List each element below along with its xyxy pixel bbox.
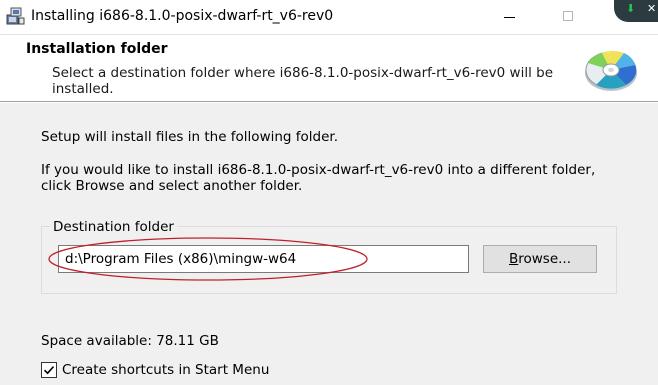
- intro-text: Setup will install files in the followin…: [41, 129, 339, 145]
- create-shortcuts-label[interactable]: Create shortcuts in Start Menu: [62, 362, 269, 378]
- checkmark-icon: [43, 366, 55, 375]
- space-available-text: Space available: 78.11 GB: [41, 333, 219, 349]
- close-icon[interactable]: ✕: [647, 3, 656, 15]
- browse-label: rowse...: [518, 251, 572, 267]
- header-panel: Installation folder Select a destination…: [0, 35, 658, 101]
- page-title: Installation folder: [26, 41, 168, 57]
- download-arrow-icon: ⬇: [626, 2, 636, 15]
- destination-group-label: Destination folder: [50, 219, 177, 235]
- title-bar: Installing i686-8.1.0-posix-dwarf-rt_v6-…: [0, 0, 658, 34]
- destination-path-input[interactable]: [58, 245, 469, 273]
- page-description: Select a destination folder where i686-8…: [52, 65, 554, 97]
- create-shortcuts-checkbox[interactable]: [41, 362, 57, 378]
- browse-button[interactable]: Browse...: [483, 245, 597, 273]
- instructions-text: If you would like to install i686-8.1.0-…: [41, 162, 596, 194]
- installer-icon: [6, 7, 25, 25]
- browse-mnemonic: B: [508, 251, 519, 267]
- tray-badge[interactable]: ⬇ ✕: [614, 0, 658, 22]
- maximize-button[interactable]: [548, 2, 588, 30]
- cd-disc-icon: [585, 51, 637, 91]
- window-title: Installing i686-8.1.0-posix-dwarf-rt_v6-…: [31, 8, 334, 24]
- minimize-button[interactable]: [490, 2, 530, 30]
